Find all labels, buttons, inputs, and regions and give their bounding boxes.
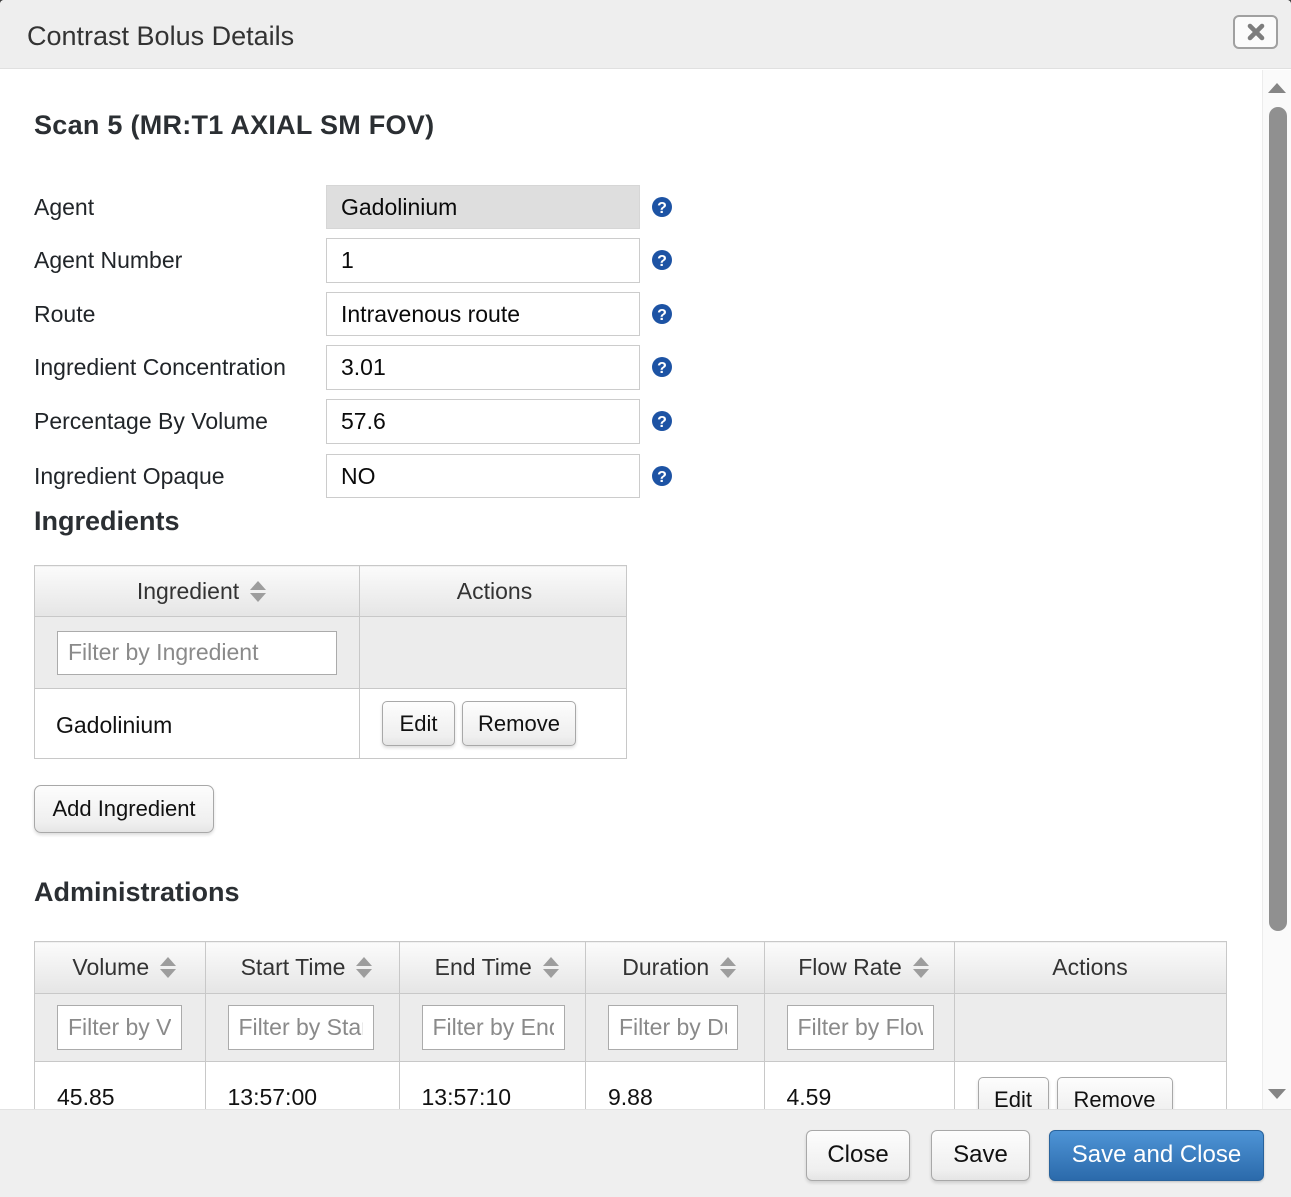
svg-text:?: ? [657,253,667,270]
svg-text:?: ? [657,200,667,217]
svg-text:?: ? [657,469,667,486]
svg-text:?: ? [657,360,667,377]
svg-text:?: ? [657,307,667,324]
svg-text:?: ? [657,414,667,431]
